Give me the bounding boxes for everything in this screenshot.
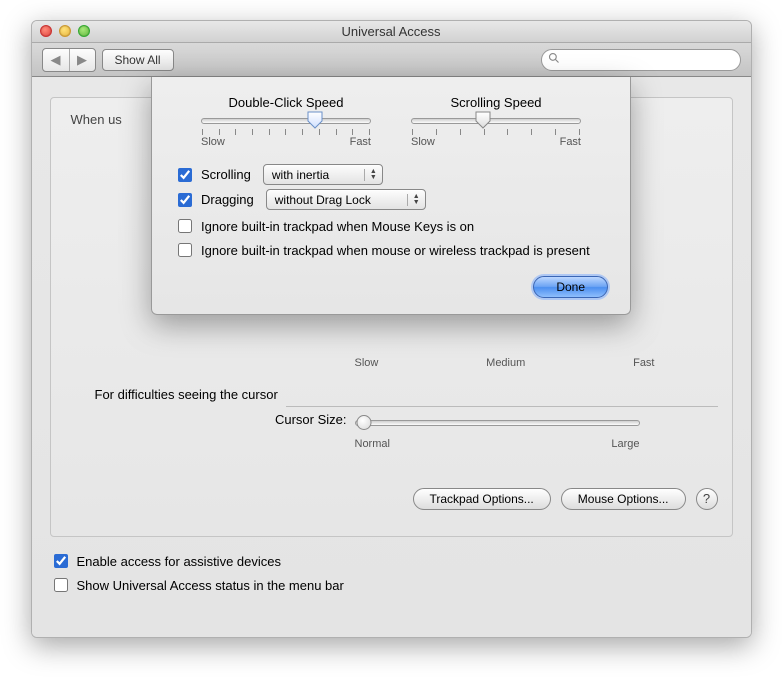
cursor-section-label: For difficulties seeing the cursor [95,387,278,402]
show-status-row[interactable]: Show Universal Access status in the menu… [50,575,733,595]
scrolling-row: Scrolling with inertia ▲▼ [174,164,608,185]
dragging-label: Dragging [201,192,254,207]
scrolling-popup[interactable]: with inertia ▲▼ [263,164,383,185]
scrolling-checkbox[interactable] [178,168,192,182]
dblclick-slow: Slow [201,136,225,148]
footer-options: Enable access for assistive devices Show… [50,551,733,595]
mouse-options-button[interactable]: Mouse Options... [561,488,686,510]
back-button[interactable]: ◀ [43,49,69,71]
trackpad-options-sheet: Double-Click Speed [151,77,631,315]
cursor-size-normal: Normal [355,438,390,450]
cursor-section-row: For difficulties seeing the cursor [65,387,718,402]
search-field[interactable] [541,49,741,71]
search-input[interactable] [564,52,734,68]
ignore-mousekeys-label: Ignore built-in trackpad when Mouse Keys… [201,219,474,234]
search-icon [548,52,560,67]
popup-arrows-icon: ▲▼ [364,169,378,181]
close-window-icon[interactable] [40,25,52,37]
dragging-popup[interactable]: without Drag Lock ▲▼ [266,189,426,210]
double-click-speed-slider[interactable]: Slow Fast [201,118,371,148]
bg-speed-scale: Slow Medium Fast [355,345,655,369]
double-click-speed-label: Double-Click Speed [196,95,376,110]
ignore-wireless-label: Ignore built-in trackpad when mouse or w… [201,243,590,258]
section-divider [286,406,718,407]
enable-assistive-label: Enable access for assistive devices [77,554,281,569]
scrollspeed-fast: Fast [560,136,581,148]
titlebar: Universal Access [32,21,751,43]
scrolling-speed-group: Scrolling Speed Slo [406,95,586,148]
window-title: Universal Access [342,24,441,39]
forward-button[interactable]: ▶ [69,49,95,71]
ignore-wireless-checkbox[interactable] [178,243,192,257]
ignore-mousekeys-checkbox[interactable] [178,219,192,233]
bg-scale-medium: Medium [486,357,525,369]
cursor-size-large: Large [611,438,639,450]
show-status-label: Show Universal Access status in the menu… [77,578,344,593]
popup-arrows-icon: ▲▼ [407,194,421,206]
double-click-thumb[interactable] [307,111,323,129]
scrolling-speed-label: Scrolling Speed [406,95,586,110]
bg-scale-slow: Slow [355,357,379,369]
dragging-popup-value: without Drag Lock [275,193,401,207]
scrolling-popup-value: with inertia [272,168,358,182]
double-click-speed-group: Double-Click Speed [196,95,376,148]
cursor-size-label: Cursor Size: [65,412,355,427]
trackpad-options-button[interactable]: Trackpad Options... [413,488,551,510]
zoom-window-icon[interactable] [78,25,90,37]
enable-assistive-checkbox[interactable] [54,554,68,568]
cursor-size-thumb[interactable] [356,415,371,430]
dragging-checkbox[interactable] [178,193,192,207]
scrollspeed-slow: Slow [411,136,435,148]
bg-scale-fast: Fast [633,357,654,369]
scrolling-speed-thumb[interactable] [475,111,491,129]
minimize-window-icon[interactable] [59,25,71,37]
done-button[interactable]: Done [533,276,608,298]
show-all-button[interactable]: Show All [102,49,174,71]
cursor-size-slider[interactable]: Normal Large [355,412,640,450]
dblclick-fast: Fast [350,136,371,148]
show-status-checkbox[interactable] [54,578,68,592]
dragging-row: Dragging without Drag Lock ▲▼ [174,189,608,210]
help-button[interactable]: ? [696,488,718,510]
scrolling-label: Scrolling [201,167,251,182]
ignore-wireless-row[interactable]: Ignore built-in trackpad when mouse or w… [174,240,608,260]
ignore-mousekeys-row[interactable]: Ignore built-in trackpad when Mouse Keys… [174,216,608,236]
nav-back-forward: ◀ ▶ [42,48,96,72]
universal-access-window: Universal Access ◀ ▶ Show All When us [31,20,752,638]
scrolling-speed-slider[interactable]: Slow Fast [411,118,581,148]
toolbar: ◀ ▶ Show All [32,43,751,77]
enable-assistive-row[interactable]: Enable access for assistive devices [50,551,733,571]
